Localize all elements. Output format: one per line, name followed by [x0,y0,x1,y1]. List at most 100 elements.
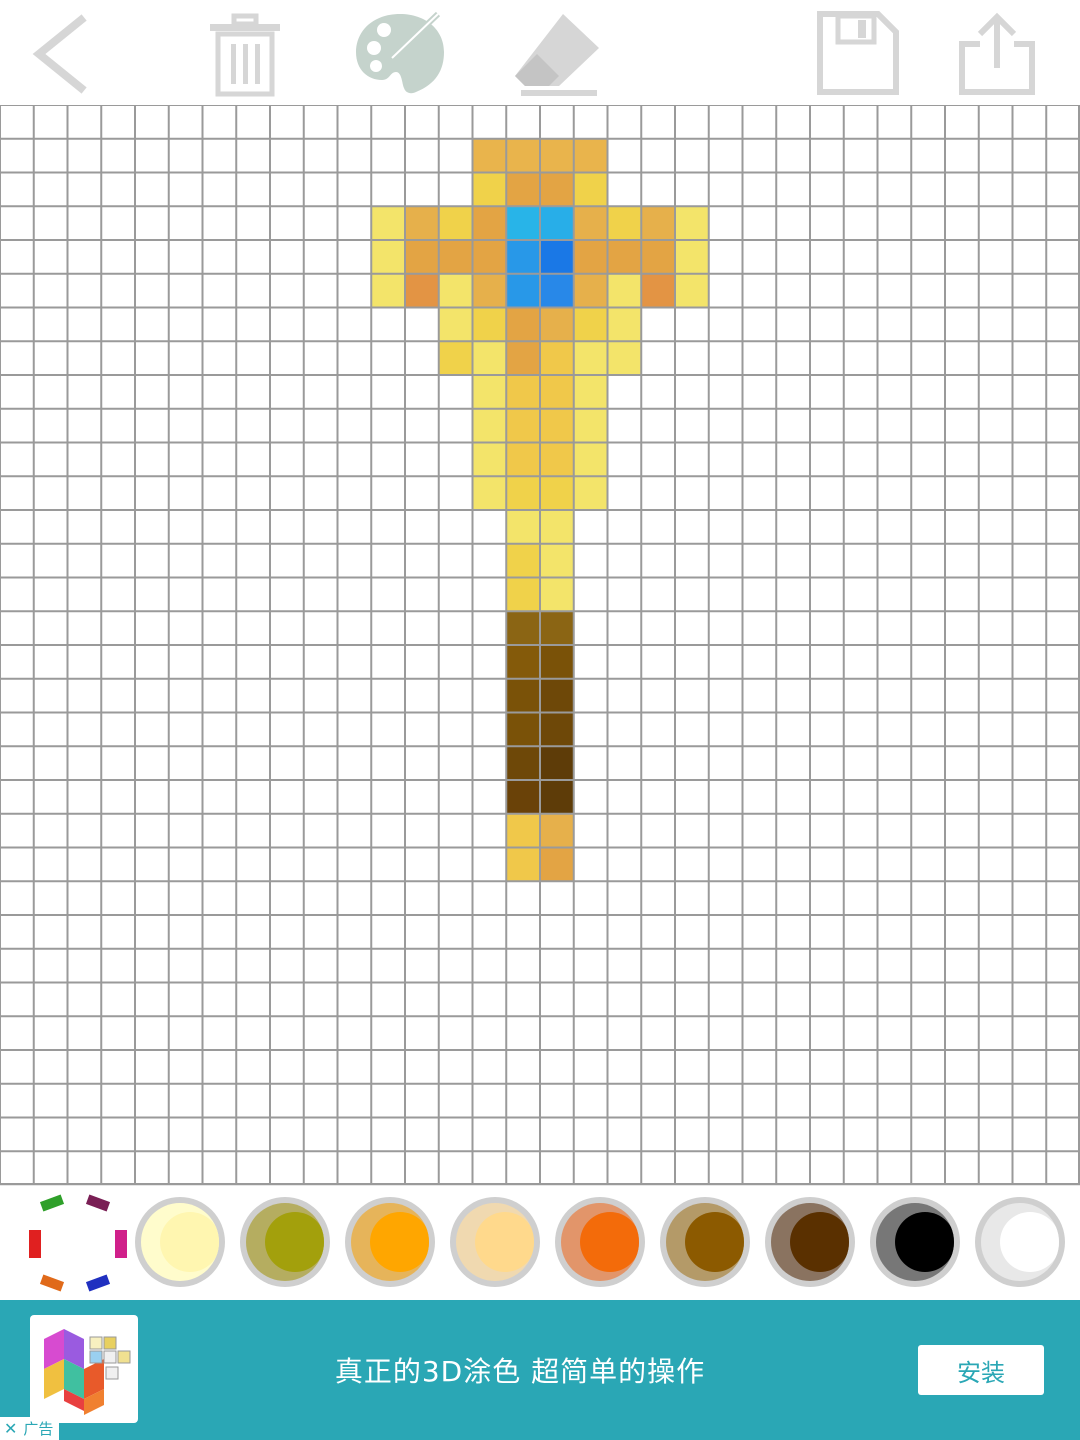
pixel-cell[interactable] [573,307,608,342]
color-swatch-dark-brown[interactable] [762,1194,858,1290]
pixel-cell[interactable] [573,476,608,510]
pixel-cell[interactable] [675,273,709,308]
pixel-cell[interactable] [540,476,574,510]
color-swatch-dark-orange[interactable] [552,1194,648,1290]
pixel-cell[interactable] [675,240,709,274]
pixel-cell[interactable] [573,138,608,173]
ad-headline[interactable]: 真正的3D涂色 超简单的操作 [180,1300,860,1440]
pixel-cell[interactable] [573,240,608,274]
pixel-cell[interactable] [506,780,540,814]
pixel-cell[interactable] [540,240,574,274]
color-picker-button[interactable] [340,0,460,105]
save-button[interactable] [797,0,917,105]
pixel-cell[interactable] [472,240,507,274]
pixel-cell[interactable] [641,206,675,240]
pixel-cell[interactable] [506,273,540,308]
pixel-cell[interactable] [472,307,507,342]
pixel-cell[interactable] [472,172,507,207]
pixel-cell[interactable] [405,273,439,308]
pixel-cell[interactable] [438,240,473,274]
3d-coloring-app-icon[interactable] [30,1315,138,1423]
back-button[interactable] [0,0,120,105]
pixel-cell[interactable] [506,172,540,207]
pixel-cell[interactable] [607,307,642,342]
pixel-cell[interactable] [607,240,642,274]
pixel-cell[interactable] [506,577,540,612]
pixel-cell[interactable] [540,746,574,780]
pixel-cell[interactable] [506,138,540,173]
eraser-button[interactable] [495,0,615,105]
color-swatch-black[interactable] [867,1194,963,1290]
pixel-cell[interactable] [506,206,540,240]
pixel-cell[interactable] [573,341,608,375]
pixel-cell[interactable] [472,138,507,173]
pixel-cell[interactable] [438,341,473,375]
pixel-cell[interactable] [438,206,473,240]
color-swatch-white[interactable] [972,1194,1068,1290]
clear-button[interactable] [185,0,305,105]
pixel-cell[interactable] [540,273,574,308]
color-swatch-olive[interactable] [237,1194,333,1290]
pixel-cell[interactable] [506,476,540,510]
color-swatch-brown-gold[interactable] [657,1194,753,1290]
pixel-cell[interactable] [540,712,574,747]
pixel-cell[interactable] [472,442,507,477]
pixel-cell[interactable] [405,240,439,274]
pixel-cell[interactable] [506,847,540,882]
pixel-cell[interactable] [540,813,574,848]
pixel-cell[interactable] [506,746,540,780]
pixel-cell[interactable] [472,375,507,409]
close-ad-icon[interactable]: ✕ [4,1419,17,1438]
pixel-cell[interactable] [472,476,507,510]
pixel-cell[interactable] [573,172,608,207]
pixel-cell[interactable] [540,577,574,612]
pixel-cell[interactable] [641,273,675,308]
pixel-cell[interactable] [675,206,709,240]
pixel-cell[interactable] [472,273,507,308]
ad-banner[interactable]: 真正的3D涂色 超简单的操作 安装 [0,1300,1080,1440]
pixel-cell[interactable] [573,273,608,308]
pixel-cell[interactable] [540,611,574,645]
pixel-cell[interactable] [540,442,574,477]
pixel-cell[interactable] [540,341,574,375]
pixel-cell[interactable] [506,543,540,578]
pixel-cell[interactable] [506,341,540,375]
pixel-cell[interactable] [607,206,642,240]
pixel-cell[interactable] [472,341,507,375]
pixel-cell[interactable] [573,442,608,477]
pixel-canvas[interactable] [0,105,1080,1185]
pixel-cell[interactable] [641,240,675,274]
pixel-cell[interactable] [540,645,574,679]
pixel-cell[interactable] [540,375,574,409]
pixel-cell[interactable] [540,172,574,207]
pixel-cell[interactable] [371,240,405,274]
color-swatch-peach[interactable] [447,1194,543,1290]
pixel-grid[interactable] [0,105,1080,1185]
pixel-cell[interactable] [472,206,507,240]
pixel-cell[interactable] [438,307,473,342]
pixel-cell[interactable] [540,678,574,713]
pixel-cell[interactable] [506,712,540,747]
install-button[interactable]: 安装 [918,1345,1044,1395]
pixel-cell[interactable] [506,240,540,274]
pixel-cell[interactable] [540,138,574,173]
pixel-cell[interactable] [573,375,608,409]
pixel-cell[interactable] [540,510,574,544]
pixel-cell[interactable] [405,206,439,240]
pixel-cell[interactable] [438,273,473,308]
share-button[interactable] [935,0,1055,105]
pixel-cell[interactable] [506,375,540,409]
pixel-cell[interactable] [540,307,574,342]
pixel-cell[interactable] [540,206,574,240]
pixel-cell[interactable] [472,408,507,443]
pixel-cell[interactable] [607,273,642,308]
color-swatch-orange[interactable] [342,1194,438,1290]
pixel-cell[interactable] [540,543,574,578]
pixel-cell[interactable] [540,408,574,443]
pixel-cell[interactable] [506,510,540,544]
pixel-cell[interactable] [371,206,405,240]
pixel-cell[interactable] [540,780,574,814]
color-swatch-light-yellow[interactable] [132,1194,228,1290]
pixel-cell[interactable] [506,442,540,477]
pixel-cell[interactable] [573,408,608,443]
